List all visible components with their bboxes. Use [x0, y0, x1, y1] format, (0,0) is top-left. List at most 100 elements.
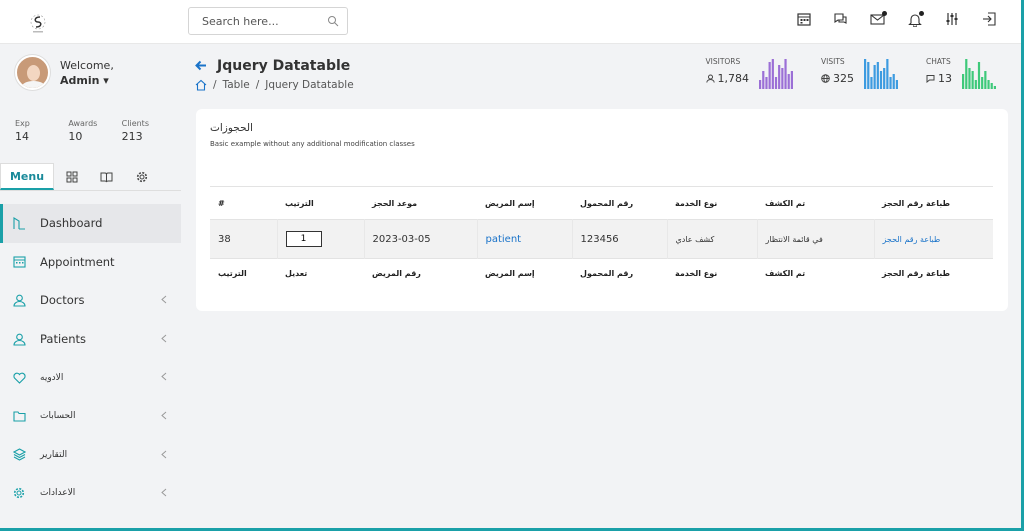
column-header[interactable]: رقم المحمول	[572, 187, 667, 220]
kpi-label: VISITS	[821, 57, 845, 66]
breadcrumb-item[interactable]: Table	[223, 79, 250, 91]
sidebar-item-reports[interactable]: التقارير	[0, 436, 181, 475]
sidebar-item-dashboard[interactable]: Dashboard	[0, 204, 181, 243]
column-header[interactable]: الترتيب	[277, 187, 364, 220]
chat-icon	[926, 75, 935, 83]
stat-label: Exp	[15, 119, 30, 128]
print-booking-link[interactable]: طباعة رقم الحجز	[883, 235, 941, 244]
sparkline-bar	[993, 86, 996, 89]
globe-icon	[821, 74, 830, 83]
sidebar-item-appointment[interactable]: Appointment	[0, 243, 181, 282]
kpi-widgets: VISITORS 1,784 VISITS 325 CHATS 13	[678, 57, 996, 89]
tab-docs[interactable]	[89, 163, 124, 190]
column-header[interactable]: إسم المريض	[477, 187, 572, 220]
sidebar-item-label: Dashboard	[40, 216, 103, 231]
avatar[interactable]	[15, 55, 50, 90]
column-header[interactable]: طباعة رقم الحجز	[874, 187, 993, 220]
column-header[interactable]: #	[210, 187, 277, 220]
sparkline-bar	[768, 62, 771, 89]
patient-link[interactable]: patient	[486, 234, 522, 245]
chevron-left-icon	[161, 334, 167, 343]
sparkline-bar	[965, 59, 968, 89]
sparkline-bar	[778, 65, 781, 89]
notification-badge	[919, 11, 924, 16]
sparkline-bar	[759, 80, 762, 89]
notifications-button[interactable]	[896, 11, 933, 32]
sparkline-bar	[968, 68, 971, 89]
cell-service: كشف عادي	[667, 219, 758, 259]
tab-apps[interactable]	[54, 163, 89, 190]
column-footer: نوع الخدمة	[675, 269, 718, 279]
sparkline-bar	[987, 80, 990, 89]
sidebar-item-medicines[interactable]: الادويه	[0, 358, 181, 397]
breadcrumb: / Table / Jquery Datatable	[195, 79, 360, 91]
settings-sliders-button[interactable]	[933, 12, 970, 32]
sparkline-bar	[962, 74, 965, 89]
kpi-value: 1,784	[717, 72, 750, 85]
home-icon[interactable]	[195, 79, 207, 91]
page-title: Jquery Datatable	[217, 58, 351, 74]
tab-settings[interactable]	[124, 163, 159, 190]
sparkline-bar	[787, 74, 790, 89]
column-header[interactable]: نوع الخدمة	[667, 187, 757, 220]
sidebar-item-accounts[interactable]: الحسابات	[0, 397, 181, 436]
sparkline-bar	[981, 77, 984, 89]
gear-icon	[136, 171, 147, 182]
search-icon[interactable]	[327, 15, 339, 27]
sparkline-bar	[886, 59, 889, 89]
calendar-button[interactable]	[785, 12, 822, 32]
stat-clients: Clients 213	[122, 119, 175, 143]
search-input[interactable]	[189, 8, 314, 34]
sidebar-item-settings[interactable]: الاعدادات	[0, 474, 181, 513]
card-title: الحجوزات	[210, 122, 253, 134]
book-icon	[100, 172, 113, 182]
sparkline-bar	[870, 77, 873, 89]
table-row: 38 2023-03-05 patient 123456 كشف عادي في…	[210, 219, 993, 259]
messages-button[interactable]	[822, 12, 859, 32]
column-header[interactable]: تم الكشف	[757, 187, 874, 220]
heart-icon	[12, 372, 26, 384]
sparkline-bar	[781, 68, 784, 89]
order-input[interactable]	[285, 231, 322, 247]
datatable-card: الحجوزات Basic example without any addit…	[196, 109, 1008, 311]
column-footer: الترتيب	[218, 269, 247, 279]
user-menu-toggle[interactable]: Admin ▾	[60, 73, 114, 88]
table-header-row: # الترتيب موعد الحجز إسم المريض رقم المح…	[210, 186, 993, 220]
column-footer: تم الكشف	[765, 269, 806, 279]
welcome-block: Welcome, Admin ▾	[60, 58, 114, 88]
column-footer: رقم المريض	[372, 269, 421, 279]
tab-menu[interactable]: Menu	[0, 163, 54, 190]
mail-badge	[882, 11, 887, 16]
user-profile: Welcome, Admin ▾	[15, 55, 114, 90]
sidebar-item-patients[interactable]: Patients	[0, 320, 181, 359]
sparkline-bar	[971, 71, 974, 89]
sparkline-bar	[974, 80, 977, 89]
back-arrow-icon[interactable]	[195, 60, 207, 71]
logout-button[interactable]	[970, 12, 1007, 32]
home-icon	[12, 216, 26, 230]
sidebar-item-label: Appointment	[40, 254, 115, 269]
sparkline-bar	[883, 68, 886, 89]
chat-bubbles-icon	[834, 13, 847, 24]
mail-button[interactable]	[859, 11, 896, 32]
stat-awards: Awards 10	[68, 119, 121, 143]
kpi-value: 325	[833, 72, 854, 85]
cell-mobile: 123456	[572, 219, 668, 259]
user-icon	[12, 333, 26, 346]
layers-icon	[12, 448, 26, 461]
calendar-icon	[796, 13, 811, 26]
sidebar-item-label: Doctors	[40, 293, 85, 308]
app-logo-icon[interactable]	[28, 12, 48, 34]
profile-stats: Exp 14 Awards 10 Clients 213	[15, 119, 175, 143]
welcome-text: Welcome,	[60, 58, 114, 72]
column-footer: تعديل	[285, 269, 308, 279]
column-header[interactable]: موعد الحجز	[364, 187, 477, 220]
chevron-left-icon	[161, 372, 167, 381]
stat-value: 14	[15, 130, 29, 143]
stat-label: Awards	[68, 119, 98, 128]
cell-status: في قائمة الانتظار	[757, 219, 875, 259]
cell-id: 38	[210, 219, 278, 259]
sparkline-bar	[765, 77, 768, 89]
kpi-visitors: VISITORS 1,784	[706, 57, 793, 89]
sidebar-item-doctors[interactable]: Doctors	[0, 281, 181, 320]
